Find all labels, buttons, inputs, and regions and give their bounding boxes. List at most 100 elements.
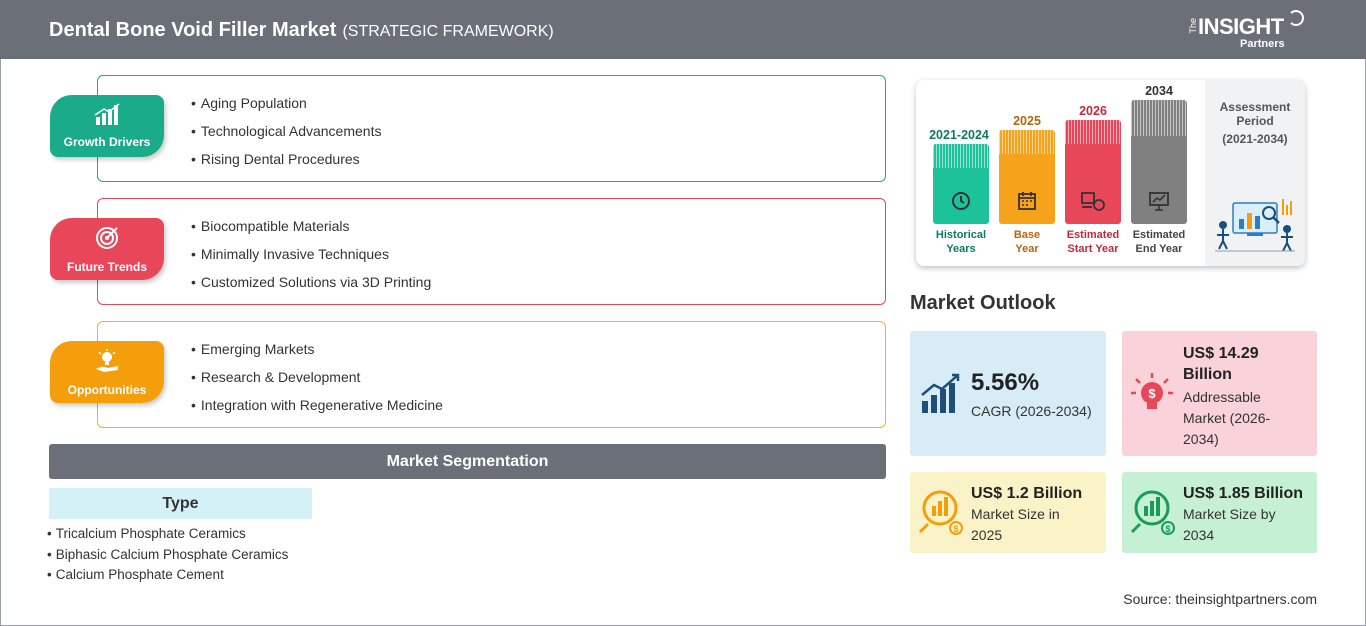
assessment-title-line: Assessment	[1219, 100, 1291, 114]
label-line: 2025	[971, 527, 1003, 543]
value-line: US$ 14.29	[1183, 345, 1259, 362]
list-item: Technological Advancements	[191, 123, 382, 151]
type-heading: Type	[49, 488, 312, 519]
start-year-caption: Estimated Start Year	[1058, 228, 1128, 256]
tag-label: Future Trends	[66, 260, 147, 274]
growth-drivers-tag: Growth Drivers	[50, 95, 164, 157]
list-item: Biphasic Calcium Phosphate Ceramics	[47, 547, 289, 568]
bar-hatch	[933, 144, 989, 168]
tag-label: Growth Drivers	[63, 135, 151, 149]
caption-line: End Year	[1135, 243, 1183, 255]
caption-line: Years	[946, 243, 976, 255]
market-size-2025-card: $ US$ 1.2 Billion Market Size in 2025	[910, 472, 1106, 553]
caption-line: Year	[1015, 243, 1039, 255]
header-bar: Dental Bone Void Filler Market (STRATEGIC…	[0, 0, 1366, 59]
assessment-title-line: Period	[1236, 114, 1274, 128]
caption-line: Estimated	[1132, 229, 1186, 241]
bar-hatch	[1065, 120, 1121, 144]
cagr-card: 5.56% CAGR (2026-2034)	[910, 331, 1106, 456]
logo-arc-icon	[1288, 10, 1304, 26]
cagr-value: 5.56%	[971, 369, 1040, 396]
label-line: 2034	[1183, 527, 1215, 543]
title-text: Dental Bone Void Filler Market	[49, 19, 337, 41]
list-item: Aging Population	[191, 95, 381, 123]
logo-the-text: The	[1188, 18, 1198, 34]
source-credit: Source: theinsightpartners.com	[1123, 591, 1317, 607]
future-trends-tag: Future Trends	[50, 218, 164, 280]
opportunities-tag: Opportunities	[50, 341, 164, 403]
logo-partners-text: Partners	[1240, 38, 1285, 50]
page-title: Dental Bone Void Filler Market (STRATEGIC…	[49, 19, 554, 42]
addressable-label: Addressable Market (2026- 2034)	[1183, 387, 1270, 450]
base-year-bar	[999, 130, 1055, 224]
period-year: 2021-2024	[929, 128, 989, 142]
historical-caption: Historical Years	[926, 228, 996, 256]
value-line: Billion	[1183, 366, 1232, 383]
dollar-bulb-icon: $	[1130, 371, 1174, 422]
addressable-market-card: $ US$ 14.29 Billion Addressable Market (…	[1122, 331, 1317, 456]
type-segment-list: Tricalcium Phosphate Ceramics Biphasic C…	[47, 526, 289, 588]
addressable-value: US$ 14.29 Billion	[1183, 343, 1259, 385]
end-year-caption: Estimated End Year	[1124, 228, 1194, 256]
period-year: 2025	[1013, 114, 1041, 128]
future-trends-box: Biocompatible Materials Minimally Invasi…	[97, 198, 886, 305]
page-subtitle: (STRATEGIC FRAMEWORK)	[342, 23, 554, 40]
coin-chart-icon: $	[1130, 488, 1176, 541]
label-line: Market Size by	[1183, 506, 1276, 522]
svg-text:$: $	[1165, 524, 1170, 534]
assessment-period-panel: Assessment Period (2021-2034)	[1205, 80, 1305, 266]
growth-chart-icon	[50, 103, 164, 130]
caption-line: Base	[1013, 229, 1041, 241]
svg-text:$: $	[953, 524, 958, 534]
assessment-range: (2021-2034)	[1222, 132, 1288, 146]
opportunities-list: Emerging Markets Research & Development …	[191, 341, 443, 425]
bar-hatch	[999, 130, 1055, 154]
caption-line: Historical	[935, 229, 987, 241]
assessment-title: Assessment Period	[1205, 100, 1305, 128]
svg-text:$: $	[1148, 386, 1156, 401]
list-item: Emerging Markets	[191, 341, 443, 369]
base-year-caption: Base Year	[992, 228, 1062, 256]
logo-main-text: INSIGHT	[1198, 14, 1284, 39]
market-size-2034-value: US$ 1.85 Billion	[1183, 485, 1304, 502]
target-icon	[50, 226, 164, 255]
growth-drivers-list: Aging Population Technological Advanceme…	[191, 95, 382, 179]
market-outlook-title: Market Outlook	[910, 292, 1056, 314]
list-item: Minimally Invasive Techniques	[191, 246, 431, 274]
market-size-2034-label: Market Size by 2034	[1183, 504, 1276, 546]
cagr-label: CAGR (2026-2034)	[971, 403, 1092, 419]
list-item: Research & Development	[191, 369, 443, 397]
bar-hatch	[1131, 100, 1187, 136]
label-line: Market (2026-	[1183, 410, 1271, 426]
future-trends-list: Biocompatible Materials Minimally Invasi…	[191, 218, 431, 302]
coin-chart-icon: $	[918, 488, 964, 541]
calendar-icon	[1011, 190, 1043, 216]
historical-bar	[933, 144, 989, 224]
bar-growth-icon	[920, 373, 962, 420]
label-line: 2034)	[1183, 431, 1219, 447]
list-item: Biocompatible Materials	[191, 218, 431, 246]
market-size-2025-value: US$ 1.2 Billion	[971, 485, 1083, 502]
growth-drivers-box: Aging Population Technological Advanceme…	[97, 75, 886, 182]
list-item: Integration with Regenerative Medicine	[191, 397, 443, 425]
market-size-2025-label: Market Size in 2025	[971, 504, 1060, 546]
label-line: Market Size in	[971, 506, 1060, 522]
insight-partners-logo[interactable]: The INSIGHT Partners	[1188, 10, 1306, 52]
caption-line: Start Year	[1067, 243, 1119, 255]
analytics-dashboard-icon	[1213, 195, 1297, 253]
period-year: 2034	[1145, 84, 1173, 98]
start-icon	[1077, 190, 1109, 216]
list-item: Rising Dental Procedures	[191, 151, 381, 179]
market-segmentation-header: Market Segmentation	[49, 444, 886, 479]
period-year: 2026	[1079, 104, 1107, 118]
timeline-panel: 2021-2024 Historical Years 2025 Base Yea…	[916, 80, 1305, 266]
market-size-2034-card: $ US$ 1.85 Billion Market Size by 2034	[1122, 472, 1317, 553]
list-item: Calcium Phosphate Cement	[47, 567, 288, 588]
tag-label: Opportunities	[67, 383, 147, 397]
lightbulb-hand-icon	[50, 349, 164, 378]
label-line: Addressable	[1183, 389, 1261, 405]
presentation-icon	[1143, 190, 1175, 216]
history-icon	[945, 190, 977, 216]
caption-line: Estimated	[1066, 229, 1120, 241]
end-year-bar	[1131, 100, 1187, 224]
